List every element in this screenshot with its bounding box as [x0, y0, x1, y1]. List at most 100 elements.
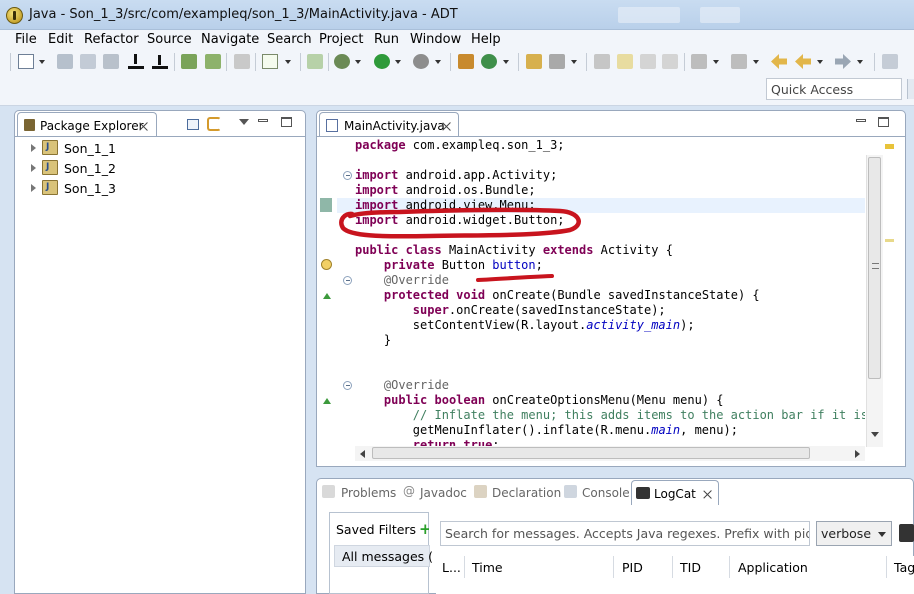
- fold-toggle-icon[interactable]: [343, 381, 352, 390]
- menu-project[interactable]: Project: [319, 32, 363, 47]
- menu-edit[interactable]: Edit: [48, 32, 73, 47]
- fold-toggle-icon[interactable]: [343, 276, 352, 285]
- new-android-project-icon[interactable]: [307, 54, 323, 69]
- chevron-down-icon[interactable]: [395, 60, 402, 65]
- tab-logcat[interactable]: LogCat: [631, 480, 719, 505]
- next-annotation-icon[interactable]: [691, 54, 707, 69]
- menu-navigate[interactable]: Navigate: [201, 32, 259, 47]
- chevron-down-icon[interactable]: [503, 60, 510, 65]
- maximize-icon[interactable]: [281, 117, 292, 127]
- column-header-application[interactable]: Application: [738, 560, 808, 575]
- chevron-down-icon[interactable]: [857, 60, 864, 65]
- perspective-switcher[interactable]: [907, 79, 914, 99]
- upload-icon[interactable]: [128, 54, 144, 69]
- column-header-pid[interactable]: PID: [622, 560, 643, 575]
- minimize-icon[interactable]: [258, 119, 268, 122]
- save-all-icon[interactable]: [80, 54, 96, 69]
- column-divider[interactable]: [729, 556, 730, 578]
- scroll-down-arrow-icon[interactable]: [871, 432, 879, 437]
- back-arrow-icon[interactable]: [795, 54, 811, 69]
- new-java-class-icon[interactable]: [481, 54, 497, 69]
- run-external-tools-icon[interactable]: [413, 54, 429, 69]
- print-icon[interactable]: [103, 54, 119, 69]
- save-log-icon[interactable]: [899, 524, 914, 542]
- menu-refactor[interactable]: Refactor: [84, 32, 139, 47]
- menu-help[interactable]: Help: [471, 32, 501, 47]
- android-avd-manager-icon[interactable]: [205, 54, 221, 69]
- minimize-icon[interactable]: [856, 119, 866, 122]
- column-divider[interactable]: [464, 556, 465, 578]
- new-icon[interactable]: [18, 54, 34, 69]
- menu-source[interactable]: Source: [147, 32, 192, 47]
- android-sdk-manager-icon[interactable]: [181, 54, 197, 69]
- tab-console[interactable]: Console: [582, 486, 630, 500]
- expand-arrow-icon[interactable]: [31, 144, 36, 152]
- block-selection-icon[interactable]: [662, 54, 678, 69]
- column-header-level[interactable]: L...: [442, 560, 461, 575]
- logcat-search-input[interactable]: Search for messages. Accepts Java regexe…: [440, 521, 810, 546]
- toggle-mark-occurrences-icon[interactable]: [594, 54, 610, 69]
- menu-window[interactable]: Window: [410, 32, 461, 47]
- download-icon[interactable]: [152, 54, 168, 69]
- tab-main-activity-java[interactable]: MainActivity.java: [319, 112, 459, 137]
- view-menu-icon[interactable]: [239, 119, 249, 125]
- tab-problems[interactable]: Problems: [341, 486, 396, 500]
- chevron-down-icon[interactable]: [39, 60, 46, 65]
- column-divider[interactable]: [886, 556, 887, 578]
- chevron-down-icon[interactable]: [285, 60, 292, 65]
- add-filter-icon[interactable]: +: [419, 523, 429, 535]
- toggle-highlight-icon[interactable]: [617, 54, 633, 69]
- checkbox-task-icon[interactable]: [262, 54, 278, 69]
- chevron-down-icon[interactable]: [435, 60, 442, 65]
- override-marker-icon[interactable]: [323, 293, 331, 299]
- expand-arrow-icon[interactable]: [31, 164, 36, 172]
- overview-marker[interactable]: [885, 239, 894, 242]
- chevron-down-icon[interactable]: [817, 60, 824, 65]
- chevron-down-icon[interactable]: [571, 60, 578, 65]
- menu-file[interactable]: File: [15, 32, 37, 47]
- scroll-right-arrow-icon[interactable]: [855, 450, 860, 458]
- log-level-select[interactable]: verbose: [816, 521, 892, 546]
- column-divider[interactable]: [672, 556, 673, 578]
- tab-javadoc[interactable]: Javadoc: [420, 486, 467, 500]
- tab-package-explorer[interactable]: Package Explorer: [17, 112, 157, 137]
- chevron-down-icon[interactable]: [355, 60, 362, 65]
- column-header-time[interactable]: Time: [472, 560, 503, 575]
- column-divider[interactable]: [613, 556, 614, 578]
- filter-list-item-all-messages[interactable]: All messages (: [334, 545, 433, 567]
- quick-access-input[interactable]: Quick Access: [766, 78, 902, 100]
- code-editor[interactable]: package com.exampleq.son_1_3; import and…: [337, 137, 865, 447]
- maximize-icon[interactable]: [878, 117, 889, 127]
- scroll-left-arrow-icon[interactable]: [360, 450, 365, 458]
- close-icon[interactable]: [703, 490, 712, 499]
- menu-run[interactable]: Run: [374, 32, 399, 47]
- save-icon[interactable]: [57, 54, 73, 69]
- close-icon[interactable]: [139, 122, 148, 131]
- run-icon[interactable]: [374, 54, 390, 69]
- previous-annotation-icon[interactable]: [731, 54, 747, 69]
- debug-icon[interactable]: [334, 54, 350, 69]
- forward-arrow-icon[interactable]: [835, 54, 851, 69]
- menu-search[interactable]: Search: [267, 32, 312, 47]
- close-icon[interactable]: [442, 122, 451, 131]
- search-icon[interactable]: [549, 54, 565, 69]
- tab-declaration[interactable]: Declaration: [492, 486, 561, 500]
- collapse-all-icon[interactable]: [187, 119, 199, 130]
- lint-icon[interactable]: [234, 54, 250, 69]
- last-edit-location-icon[interactable]: [771, 54, 787, 69]
- chevron-down-icon[interactable]: [713, 60, 720, 65]
- warning-lightbulb-icon[interactable]: [321, 259, 332, 270]
- chevron-down-icon[interactable]: [753, 60, 760, 65]
- override-marker-icon[interactable]: [323, 398, 331, 404]
- column-header-tid[interactable]: TID: [680, 560, 701, 575]
- link-with-editor-icon[interactable]: [207, 117, 221, 131]
- new-java-package-icon[interactable]: [458, 54, 474, 69]
- show-whitespace-icon[interactable]: [640, 54, 656, 69]
- expand-arrow-icon[interactable]: [31, 184, 36, 192]
- overview-warning-marker[interactable]: [885, 144, 894, 149]
- pin-editor-icon[interactable]: [882, 54, 898, 69]
- fold-toggle-icon[interactable]: [343, 171, 352, 180]
- column-header-tag[interactable]: Tag: [894, 560, 914, 575]
- open-type-icon[interactable]: [526, 54, 542, 69]
- horizontal-scroll-thumb[interactable]: [372, 447, 810, 459]
